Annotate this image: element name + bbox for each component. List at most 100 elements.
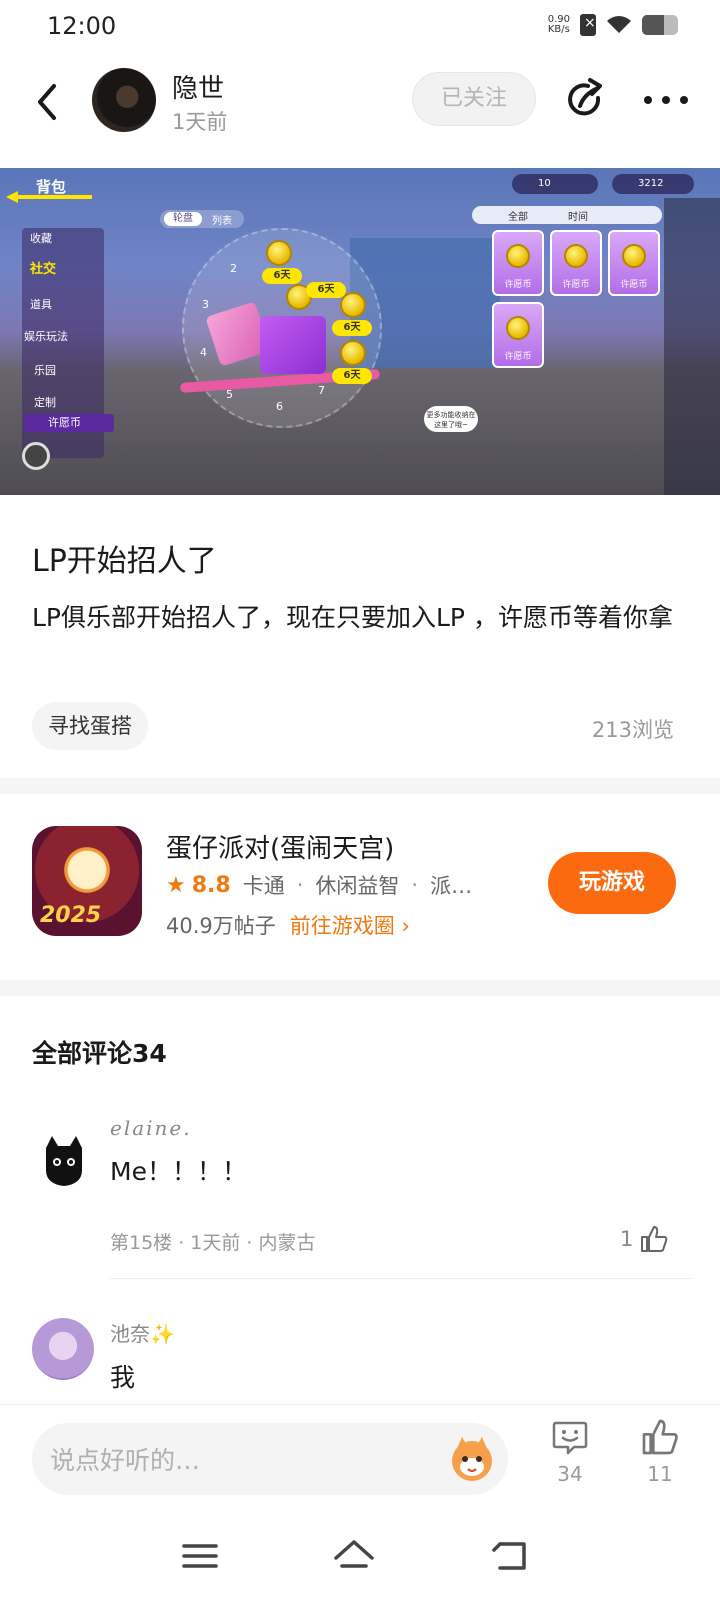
comment-author[interactable]: elaine. xyxy=(110,1116,192,1140)
wheel-number: 7 xyxy=(318,384,325,397)
thumb-up-icon xyxy=(641,1226,668,1252)
bag-menu-item: 娱乐玩法 xyxy=(24,330,68,343)
game-posts-count: 40.9万帖子 xyxy=(166,914,276,938)
filter-time: 时间 xyxy=(568,212,588,223)
bag-menu-item: 乐园 xyxy=(34,364,56,377)
battery-icon xyxy=(642,15,678,35)
wheel-number: 2 xyxy=(230,262,237,275)
share-button[interactable] xyxy=(562,76,610,124)
gift-box-icon xyxy=(260,316,326,374)
comment-like-count: 1 xyxy=(620,1227,634,1251)
bag-back-arrow-icon xyxy=(6,191,92,203)
currency-counter: 10 xyxy=(512,174,598,194)
game-side-rail xyxy=(664,198,720,495)
topic-tag[interactable]: 寻找蛋搭 xyxy=(32,702,148,750)
filter-all: 全部 xyxy=(508,212,528,223)
like-count: 11 xyxy=(647,1462,673,1486)
share-icon xyxy=(568,78,602,116)
back-nav-icon[interactable] xyxy=(490,1536,534,1576)
no-sim-icon xyxy=(580,14,596,36)
wish-coin-icon xyxy=(506,244,530,268)
back-button[interactable] xyxy=(30,80,66,124)
wish-coin-icon xyxy=(506,316,530,340)
game-icon-year: 2025 xyxy=(40,903,102,928)
comment-count-button[interactable]: 34 xyxy=(540,1417,600,1486)
sticker-icon[interactable] xyxy=(446,1433,498,1485)
comment-input-placeholder: 说点好听的… xyxy=(50,1446,201,1475)
game-icon[interactable]: 2025 xyxy=(32,826,142,936)
comment-bar: 说点好听的… 34 11 xyxy=(0,1404,720,1504)
author-name[interactable]: 隐世 xyxy=(172,68,224,105)
view-tabs: 轮盘 列表 xyxy=(160,210,244,228)
bag-menu-item: 道具 xyxy=(30,298,52,311)
comment-meta: 第15楼 · 1天前 · 内蒙古 xyxy=(110,1232,316,1254)
star-icon: ★ xyxy=(166,872,186,898)
wish-card: 许愿币 xyxy=(608,230,660,296)
section-divider xyxy=(0,778,720,794)
comment-avatar[interactable] xyxy=(32,1318,94,1380)
tip-bubble: 更多功能收纳在这里了哦~ xyxy=(424,406,478,432)
day-tag: 6天 xyxy=(332,320,372,336)
wish-coin-label: 许愿币 xyxy=(24,414,114,432)
more-button[interactable] xyxy=(640,78,692,122)
game-meta: ★ 8.8 卡通 · 休闲益智 · 派… xyxy=(166,870,472,900)
wish-card: 许愿币 xyxy=(492,230,544,296)
play-game-button[interactable]: 玩游戏 xyxy=(548,852,676,914)
wifi-icon xyxy=(606,15,632,35)
net-speed: 0.90 KB/s xyxy=(547,14,570,35)
comment-count: 34 xyxy=(557,1462,583,1486)
game-genre: 派… xyxy=(430,874,473,898)
day-tag: 6天 xyxy=(262,268,302,284)
filter-bar: 全部 时间 xyxy=(472,206,662,224)
post-body: LP俱乐部开始招人了，现在只要加入LP ，许愿币等着你拿 xyxy=(32,603,673,632)
wheel-number: 6 xyxy=(276,400,283,413)
game-name[interactable]: 蛋仔派对(蛋闹天宫) xyxy=(166,828,394,865)
wish-coin-icon xyxy=(340,292,366,318)
bag-menu-item: 收藏 xyxy=(30,232,52,245)
game-circle-link[interactable]: 前往游戏圈 › xyxy=(290,910,410,940)
game-genre: 卡通 xyxy=(242,874,285,898)
comment-icon xyxy=(552,1421,588,1455)
comment-input[interactable]: 说点好听的… xyxy=(32,1423,508,1495)
tab-wheel: 轮盘 xyxy=(164,212,202,226)
currency-counter: 3212 xyxy=(612,174,694,194)
home-icon[interactable] xyxy=(332,1536,376,1576)
wish-coin-icon xyxy=(564,244,588,268)
post-header: 隐世 1天前 已关注 xyxy=(0,60,720,144)
like-button[interactable]: 11 xyxy=(630,1417,690,1486)
tab-list: 列表 xyxy=(212,216,232,227)
bag-menu-item-active: 社交 xyxy=(30,262,57,277)
section-divider xyxy=(0,980,720,996)
post-image[interactable]: 背包 收藏 社交 道具 娱乐玩法 乐园 定制 许愿币 轮盘 列表 2 3 4 5… xyxy=(0,168,720,495)
day-tag: 6天 xyxy=(306,282,346,298)
status-time: 12:00 xyxy=(47,12,117,40)
more-dots-icon xyxy=(644,96,688,104)
comment-author[interactable]: 池奈✨ xyxy=(110,1318,175,1347)
menu-icon[interactable] xyxy=(178,1536,222,1576)
comment-text: 我 xyxy=(110,1363,136,1392)
comments-header: 全部评论34 xyxy=(32,1039,167,1068)
comment-like-button[interactable]: 1 xyxy=(620,1224,669,1254)
game-genre: 休闲益智 xyxy=(315,874,400,898)
day-tag: 6天 xyxy=(332,368,372,384)
comment-text: Me！！！！ xyxy=(110,1157,247,1186)
wish-card: 许愿币 xyxy=(492,302,544,368)
chevron-right-icon: › xyxy=(401,914,410,938)
black-cat-avatar-icon xyxy=(46,1136,82,1186)
bag-menu-item: 定制 xyxy=(34,396,56,409)
wheel-number: 3 xyxy=(202,298,209,311)
post-time: 1天前 xyxy=(172,110,228,134)
status-icons: 0.90 KB/s xyxy=(548,14,678,36)
comment-avatar[interactable] xyxy=(32,1130,94,1192)
record-icon xyxy=(22,442,50,470)
follow-button[interactable]: 已关注 xyxy=(412,72,536,126)
wish-card: 许愿币 xyxy=(550,230,602,296)
thumb-up-icon xyxy=(642,1419,678,1455)
wish-coin-icon xyxy=(340,340,366,366)
status-bar: 12:00 0.90 KB/s xyxy=(0,0,720,56)
back-arrow-icon xyxy=(38,84,56,120)
system-nav-bar xyxy=(0,1510,720,1600)
wheel-number: 5 xyxy=(226,388,233,401)
game-rating: 8.8 xyxy=(191,872,231,898)
author-avatar[interactable] xyxy=(92,68,156,132)
